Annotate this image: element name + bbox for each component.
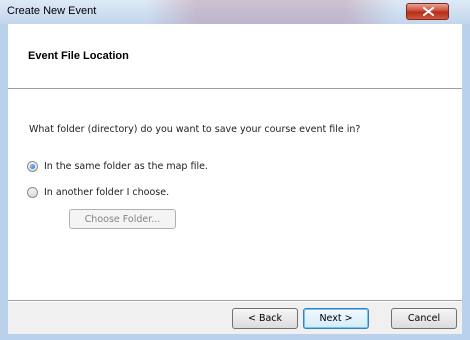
- close-button[interactable]: [406, 3, 449, 20]
- cancel-button[interactable]: Cancel: [391, 308, 457, 329]
- wizard-header: Event File Location: [8, 24, 462, 88]
- radio-button-unchecked[interactable]: [27, 186, 38, 198]
- radio-button-checked[interactable]: [27, 160, 38, 172]
- question-text: What folder (directory) do you want to s…: [29, 124, 361, 135]
- wizard-body: What folder (directory) do you want to s…: [8, 90, 462, 300]
- next-button[interactable]: Next >: [303, 308, 369, 329]
- window-title: Create New Event: [7, 5, 97, 17]
- wizard-footer: < Back Next > Cancel: [8, 302, 462, 334]
- other-folder-label: In another folder I choose.: [44, 186, 170, 198]
- back-button[interactable]: < Back: [232, 308, 298, 329]
- dialog-client-area: Event File Location What folder (directo…: [8, 24, 462, 334]
- title-bar[interactable]: Create New Event: [0, 0, 470, 24]
- choose-folder-button[interactable]: Choose Folder...: [69, 209, 176, 229]
- other-folder-option[interactable]: In another folder I choose.: [27, 185, 169, 199]
- same-folder-label: In the same folder as the map file.: [44, 160, 208, 172]
- page-title: Event File Location: [28, 50, 129, 62]
- same-folder-option[interactable]: In the same folder as the map file.: [27, 159, 208, 173]
- title-bar-background-blur: [146, 0, 396, 24]
- close-icon: [423, 7, 434, 16]
- create-new-event-dialog: Create New Event Event File Location Wha…: [0, 0, 470, 340]
